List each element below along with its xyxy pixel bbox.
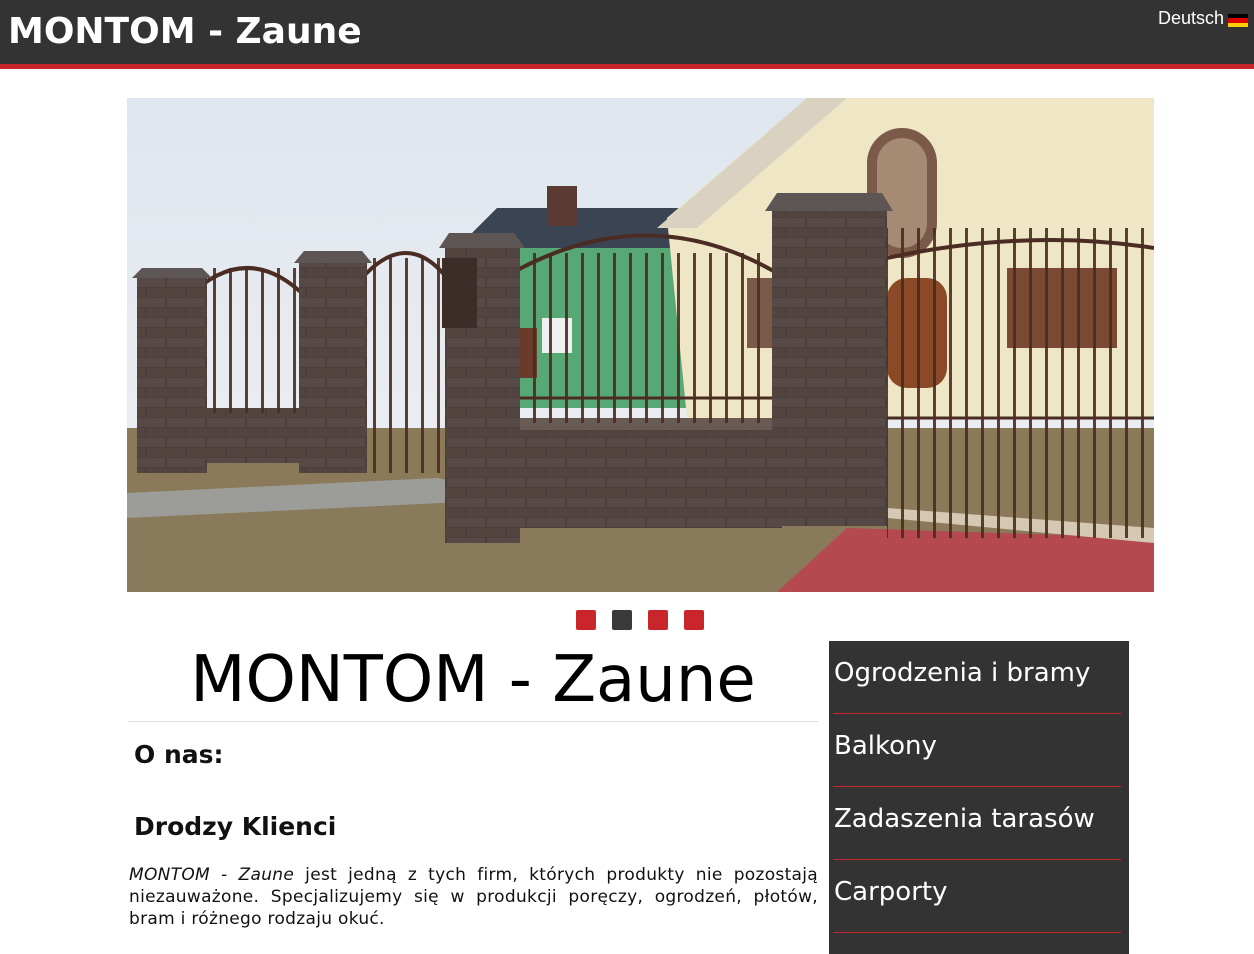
language-switcher[interactable]: Deutsch bbox=[1158, 8, 1248, 29]
slider-dot-2[interactable] bbox=[612, 610, 632, 630]
sidebar-menu: Ogrodzenia i bramy Balkony Zadaszenia ta… bbox=[829, 641, 1129, 954]
flag-de-icon[interactable] bbox=[1228, 14, 1248, 27]
hero-slider[interactable] bbox=[127, 98, 1154, 592]
intro-company-name: MONTOM - Zaune bbox=[129, 865, 295, 885]
sidebar-item-ogrodzenia[interactable]: Ogrodzenia i bramy bbox=[833, 641, 1121, 714]
site-title[interactable]: MONTOM - Zaune bbox=[8, 10, 362, 54]
slider-pagination bbox=[576, 610, 704, 630]
slider-dot-4[interactable] bbox=[684, 610, 704, 630]
about-heading: O nas: bbox=[134, 740, 224, 769]
intro-paragraph: MONTOM - Zaune jest jedną z tych firm, k… bbox=[129, 864, 818, 930]
header-accent-line bbox=[0, 64, 1254, 69]
sidebar-item-carporty[interactable]: Carporty bbox=[833, 860, 1121, 933]
slider-dot-3[interactable] bbox=[648, 610, 668, 630]
sidebar-item-zadaszenia[interactable]: Zadaszenia tarasów bbox=[833, 787, 1121, 860]
title-divider bbox=[128, 721, 818, 722]
page-title: MONTOM - Zaune bbox=[190, 643, 756, 717]
slider-dot-1[interactable] bbox=[576, 610, 596, 630]
header-bar: MONTOM - Zaune Deutsch bbox=[0, 0, 1254, 64]
language-label[interactable]: Deutsch bbox=[1158, 8, 1224, 29]
sidebar-item-balkony[interactable]: Balkony bbox=[833, 714, 1121, 787]
clients-heading: Drodzy Klienci bbox=[134, 812, 337, 841]
hero-image bbox=[127, 98, 1154, 592]
